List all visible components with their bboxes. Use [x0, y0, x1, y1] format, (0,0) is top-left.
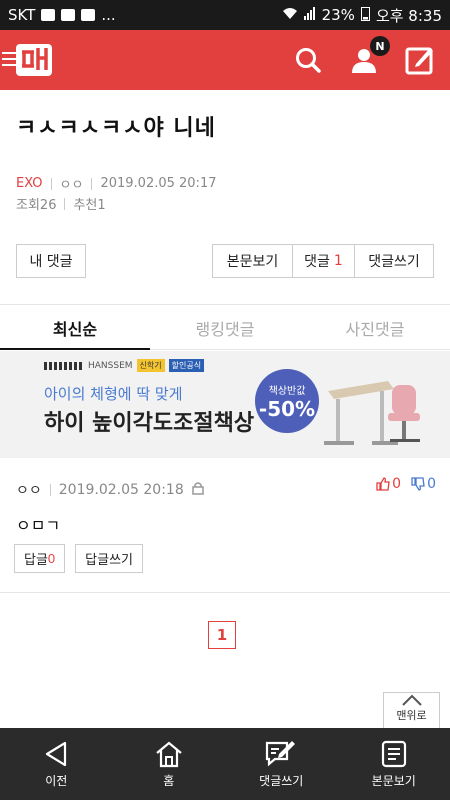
ad-brand: HANSSEM 신학기 할인공식: [44, 359, 205, 372]
ad-discount-label: 책상반값: [268, 385, 306, 397]
view-count: 조회26: [16, 198, 57, 213]
carrier-label: SKT: [8, 6, 36, 24]
more-notifications: ...: [101, 6, 116, 24]
nav-view-post-label: 본문보기: [371, 773, 416, 788]
write-comment-button[interactable]: 댓글쓰기: [354, 244, 434, 278]
downvote-count: 0: [427, 476, 436, 492]
nav-view-post[interactable]: 본문보기: [338, 728, 450, 800]
thumbs-up-icon: [376, 477, 390, 491]
downvote-button[interactable]: 0: [411, 476, 436, 492]
ad-banner[interactable]: HANSSEM 신학기 할인공식 아이의 체형에 딱 맞게 하이 높이각도조절책…: [0, 351, 450, 458]
comment-tabs: 최신순 랭킹댓글 사진댓글: [0, 306, 450, 350]
replies-count: 0: [47, 551, 56, 566]
my-comments-button[interactable]: 내 댓글: [16, 244, 86, 278]
home-icon: [156, 741, 182, 767]
recommend-count: 추천1: [73, 198, 106, 213]
comments-label: 댓글: [304, 254, 330, 270]
thumbs-down-icon: [411, 477, 425, 491]
folder-icon: [81, 9, 96, 21]
post-meta: EXO ㅇㅇ 2019.02.05 20:17: [16, 174, 216, 193]
comments-count: 1: [333, 253, 343, 269]
post-category[interactable]: EXO: [16, 176, 43, 191]
replies-label: 답글: [24, 552, 48, 567]
post-stats: 조회26 추천1: [16, 194, 106, 213]
nav-home[interactable]: 홈: [113, 728, 226, 800]
tab-ranking[interactable]: 랭킹댓글: [150, 306, 300, 349]
divider: [0, 592, 450, 593]
ad-headline: 하이 높이각도조절책상: [44, 411, 255, 436]
ad-brand-name: HANSSEM: [88, 360, 133, 371]
divider: [0, 304, 450, 305]
bottom-nav: 이전 홈 댓글쓰기 본문보기: [0, 728, 450, 800]
nav-home-label: 홈: [163, 773, 175, 788]
search-icon: [296, 48, 321, 73]
replies-button[interactable]: 답글 0: [14, 544, 66, 573]
ad-tag: 신학기: [136, 359, 165, 372]
gallery-icon: [41, 9, 56, 21]
nav-write-comment-label: 댓글쓰기: [259, 773, 304, 788]
scroll-top-button[interactable]: 맨위로: [383, 692, 440, 732]
write-button[interactable]: [402, 42, 438, 78]
ad-discount-value: -50%: [258, 396, 316, 421]
upvote-count: 0: [392, 476, 402, 492]
document-icon: [381, 740, 406, 767]
clock: 오후 8:35: [375, 6, 442, 25]
page-number-current[interactable]: 1: [208, 621, 236, 649]
ad-discount-badge: 책상반값 -50%: [255, 369, 319, 433]
profile-button[interactable]: N: [346, 36, 390, 78]
post-author: ㅇㅇ: [59, 178, 84, 193]
comment-datetime: 2019.02.05 20:18: [58, 482, 184, 498]
desk-image: [324, 381, 420, 445]
ad-tag-2: 할인공식: [168, 359, 205, 372]
write-reply-button[interactable]: 답글쓰기: [75, 544, 143, 573]
tab-photo[interactable]: 사진댓글: [300, 306, 450, 349]
app-header: N: [0, 30, 450, 90]
nav-back[interactable]: 이전: [0, 728, 113, 800]
back-icon: [46, 741, 67, 766]
app-notification-icon: [61, 9, 76, 21]
search-button[interactable]: [290, 42, 326, 78]
upvote-button[interactable]: 0: [376, 476, 401, 492]
nav-back-label: 이전: [45, 773, 68, 788]
comments-button[interactable]: 댓글 1: [292, 244, 354, 278]
notification-badge: N: [370, 36, 390, 56]
comment-actions: 본문보기 댓글 1 댓글쓰기: [212, 244, 434, 278]
status-bar: SKT ... 23% 오후 8:35: [0, 0, 450, 30]
post-title: ㅋㅅㅋㅅㅋㅅ야 니네: [16, 116, 216, 141]
chevron-up-icon: [401, 694, 422, 706]
reply-actions: 답글 0 답글쓰기: [14, 544, 143, 573]
comment-write-icon: [266, 740, 296, 766]
comment-text: ㅇㅁㄱ: [16, 516, 61, 535]
battery-icon: [360, 6, 370, 25]
view-post-button[interactable]: 본문보기: [212, 244, 292, 278]
comment-author: ㅇㅇ: [16, 483, 42, 499]
tab-latest[interactable]: 최신순: [0, 306, 150, 350]
post-datetime: 2019.02.05 20:17: [100, 176, 217, 191]
scroll-top-label: 맨위로: [396, 709, 427, 722]
signal-icon: [303, 6, 316, 24]
comment-header: ㅇㅇ 2019.02.05 20:18: [16, 480, 436, 500]
lock-icon: [191, 481, 204, 499]
edit-icon: [405, 47, 433, 75]
battery-percent: 23%: [321, 6, 355, 24]
pann-logo[interactable]: [14, 40, 54, 80]
ad-subtitle: 아이의 체형에 딱 맞게: [44, 385, 183, 403]
wifi-icon: [282, 6, 298, 24]
brand-logo-icon: [44, 361, 84, 370]
nav-write-comment[interactable]: 댓글쓰기: [225, 728, 338, 800]
comment-votes: 0 0: [376, 476, 436, 492]
